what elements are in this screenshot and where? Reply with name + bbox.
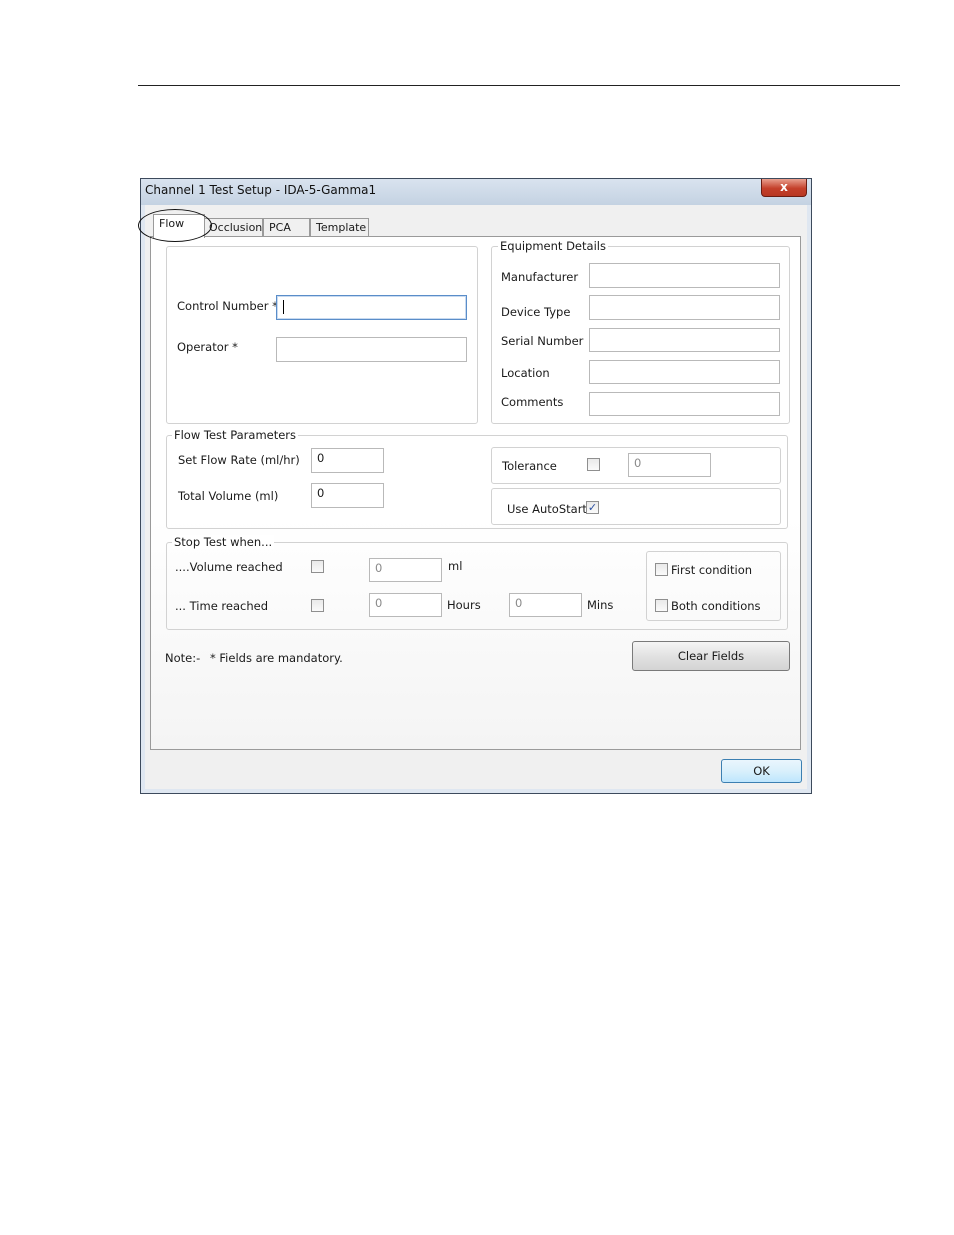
equipment-details-title: Equipment Details	[498, 239, 608, 253]
hours-unit-label: Hours	[447, 598, 481, 612]
location-label: Location	[501, 366, 550, 380]
operator-label: Operator *	[177, 340, 238, 354]
volume-unit-label: ml	[448, 559, 463, 573]
window-title: Channel 1 Test Setup - IDA-5-Gamma1	[145, 183, 377, 197]
autostart-checkbox[interactable]: ✓	[586, 501, 599, 514]
time-reached-checkbox[interactable]	[311, 599, 324, 612]
total-volume-label: Total Volume (ml)	[178, 489, 279, 503]
title-bar[interactable]: Channel 1 Test Setup - IDA-5-Gamma1 x	[141, 179, 811, 205]
device-type-input[interactable]	[589, 295, 780, 320]
volume-reached-checkbox[interactable]	[311, 560, 324, 573]
mins-input[interactable]: 0	[509, 593, 582, 617]
set-flow-rate-input[interactable]: 0	[311, 448, 384, 473]
tolerance-input[interactable]: 0	[628, 453, 711, 477]
tolerance-checkbox[interactable]	[587, 458, 600, 471]
tab-template[interactable]: Template	[310, 218, 369, 238]
serial-number-input[interactable]	[589, 328, 780, 352]
total-volume-input[interactable]: 0	[311, 483, 384, 508]
manufacturer-input[interactable]	[589, 263, 780, 288]
volume-reached-label: ....Volume reached	[175, 560, 283, 574]
manufacturer-label: Manufacturer	[501, 270, 579, 284]
close-button[interactable]: x	[761, 179, 807, 197]
header-rule	[138, 85, 900, 86]
note-prefix: Note:-	[165, 651, 201, 665]
text-caret	[283, 300, 284, 314]
location-input[interactable]	[589, 360, 780, 384]
both-conditions-label: Both conditions	[671, 599, 761, 613]
operator-group	[166, 246, 478, 424]
highlight-circle	[138, 209, 212, 242]
ok-button[interactable]: OK	[721, 759, 802, 783]
tab-pca[interactable]: PCA	[263, 218, 310, 238]
device-type-label: Device Type	[501, 305, 571, 319]
flow-test-parameters-title: Flow Test Parameters	[172, 428, 299, 442]
stop-test-title: Stop Test when...	[172, 535, 275, 549]
operator-input[interactable]	[276, 337, 467, 362]
mins-unit-label: Mins	[587, 598, 614, 612]
autostart-label: Use AutoStart	[507, 502, 587, 516]
volume-reached-input[interactable]: 0	[369, 558, 442, 582]
first-condition-checkbox[interactable]	[655, 563, 668, 576]
comments-input[interactable]	[589, 392, 780, 416]
time-reached-label: ... Time reached	[175, 599, 269, 613]
tab-occlusion[interactable]: Occlusion	[203, 218, 263, 238]
clear-fields-button[interactable]: Clear Fields	[632, 641, 790, 671]
control-number-input[interactable]	[276, 295, 467, 320]
first-condition-label: First condition	[671, 563, 753, 577]
serial-number-label: Serial Number	[501, 334, 584, 348]
hours-input[interactable]: 0	[369, 593, 442, 617]
tolerance-label: Tolerance	[502, 459, 557, 473]
comments-label: Comments	[501, 395, 564, 409]
note-text: * Fields are mandatory.	[210, 651, 343, 665]
both-conditions-checkbox[interactable]	[655, 599, 668, 612]
control-number-label: Control Number *	[177, 299, 278, 313]
set-flow-rate-label: Set Flow Rate (ml/hr)	[178, 453, 300, 467]
